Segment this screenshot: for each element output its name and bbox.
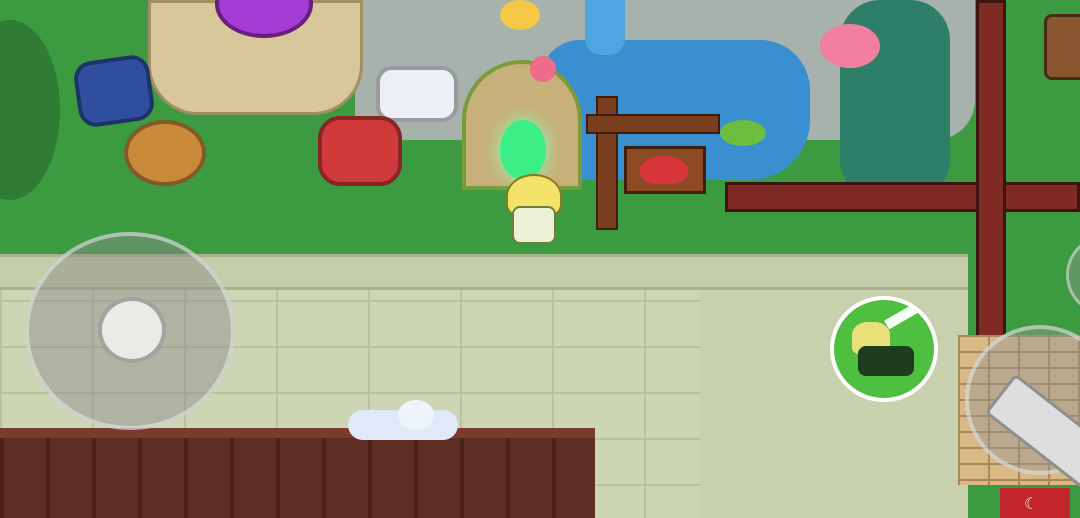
game-scene: ☾	[0, 0, 1080, 518]
red-gem-pedestal[interactable]	[318, 116, 402, 186]
fence-horizontal	[725, 182, 1080, 212]
green-portal[interactable]	[500, 120, 546, 180]
waterfall	[585, 0, 625, 55]
blue-gem-pedestal[interactable]	[71, 53, 157, 129]
slash-effect-icon	[884, 300, 924, 330]
lily-pad	[720, 120, 766, 146]
fence-vertical	[976, 0, 1006, 340]
wooden-roof	[0, 428, 595, 518]
water-barrel	[1044, 14, 1080, 80]
moon-icon: ☾	[1024, 494, 1039, 513]
red-banner: ☾	[1000, 488, 1070, 518]
cloud-puff	[398, 400, 434, 430]
player-character	[512, 206, 556, 244]
yellow-flower	[500, 0, 540, 30]
joystick-knob[interactable]	[98, 297, 166, 363]
arch-flower	[530, 56, 556, 82]
pink-flower	[820, 24, 880, 68]
white-gem-pedestal[interactable]	[376, 66, 458, 122]
skill-button[interactable]	[830, 296, 938, 402]
brown-gem-pedestal[interactable]	[124, 120, 206, 186]
heart-sign-icon	[640, 156, 688, 184]
signpost-beam	[586, 114, 720, 134]
character-portrait-body	[858, 346, 914, 376]
